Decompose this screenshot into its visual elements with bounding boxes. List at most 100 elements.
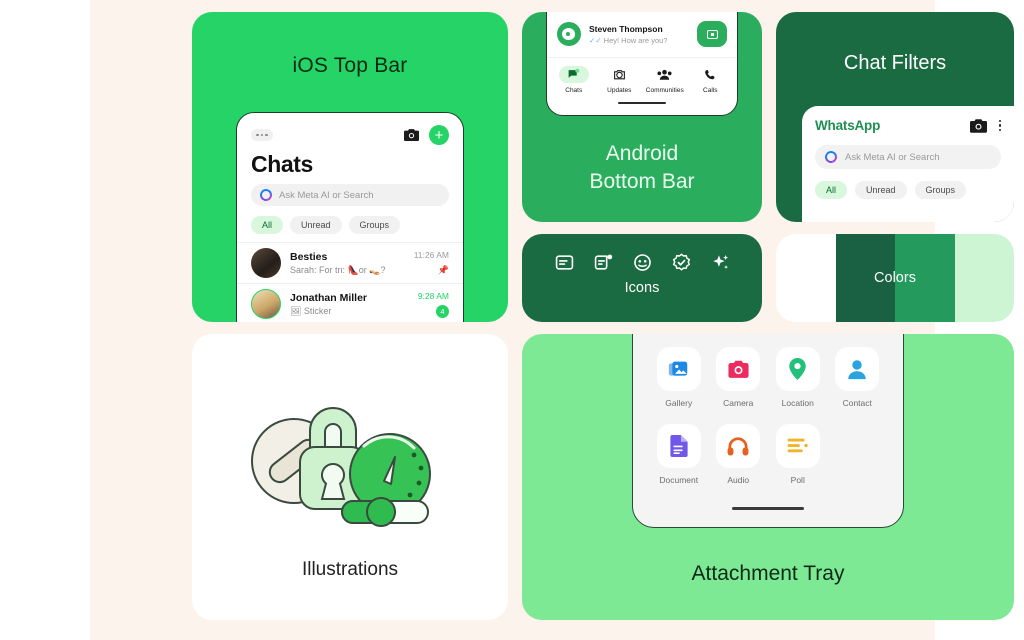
table-row[interactable]: Jonathan Miller 🖼 Sticker 9:28 AM 4: [237, 283, 463, 322]
attachment-tray-card: Gallery Camera Location Contact Document…: [522, 334, 1014, 620]
location-icon: [775, 347, 820, 391]
contact-text: Steven Thompson ✓✓ Hey! How are you?: [589, 24, 689, 45]
chat-row-content: Besties Sarah: For tn: 👠or 👡?: [290, 251, 405, 276]
attachment-card-caption: Attachment Tray: [691, 562, 845, 585]
filter-pill-unread[interactable]: Unread: [855, 181, 907, 199]
attachment-option-audio[interactable]: Audio: [709, 424, 769, 485]
caption-line-1: Android: [605, 142, 679, 165]
icons-card-caption: Icons: [624, 280, 660, 296]
attachment-option-gallery[interactable]: Gallery: [649, 347, 709, 408]
new-chat-button[interactable]: [697, 21, 727, 47]
camera-icon[interactable]: [404, 129, 419, 141]
search-input[interactable]: Ask Meta AI or Search: [251, 184, 449, 206]
header-actions: [969, 118, 1001, 133]
nav-label: Communities: [645, 87, 684, 94]
android-bottom-bar-card: Steven Thompson ✓✓ Hey! How are you? Cha…: [522, 12, 762, 222]
chat-unread-icon: [594, 254, 612, 270]
avatar: [557, 22, 581, 46]
contact-message: ✓✓ Hey! How are you?: [589, 36, 689, 45]
home-indicator: [618, 102, 666, 104]
icon-set: [522, 234, 762, 272]
attachment-option-camera[interactable]: Camera: [709, 347, 769, 408]
message-preview: Hey! How are you?: [603, 35, 668, 45]
search-input[interactable]: Ask Meta AI or Search: [815, 145, 1001, 169]
attachment-option-poll[interactable]: Poll: [768, 424, 828, 485]
page-title: Chats: [251, 151, 313, 177]
audio-icon: [716, 424, 761, 468]
chat-filters-card: Chat Filters WhatsApp Ask Meta AI or Sea…: [776, 12, 1014, 222]
chat-preview: Sarah: For tn: 👠or 👡?: [290, 264, 386, 275]
attachment-label: Poll: [790, 475, 805, 485]
chat-timestamp: 11:26 AM: [413, 250, 449, 260]
attachment-grid: Gallery Camera Location Contact Document…: [649, 347, 887, 501]
nav-label: Chats: [565, 87, 583, 94]
chat-meta: 11:26 AM 📌: [414, 250, 449, 276]
attachment-option-location[interactable]: Location: [768, 347, 828, 408]
filter-pill-all[interactable]: All: [251, 216, 284, 234]
whatsapp-panel-mockup: WhatsApp Ask Meta AI or Search All Unrea…: [802, 106, 1014, 222]
chat-bubble-icon: [555, 255, 573, 270]
attachment-option-document[interactable]: Document: [649, 424, 709, 485]
nav-item-chats[interactable]: Chats: [551, 66, 597, 94]
gallery-icon: [656, 347, 701, 391]
illustration-graphic: [251, 407, 431, 527]
more-options-icon[interactable]: [251, 129, 273, 141]
attachment-label: Gallery: [665, 398, 693, 408]
filter-pill-unread[interactable]: Unread: [290, 216, 342, 234]
chats-icon: [558, 66, 589, 83]
channel-face-icon: [633, 254, 651, 271]
filter-pill-all[interactable]: All: [815, 181, 848, 199]
ios-top-bar-card: iOS Top Bar + Chats Ask Meta AI or Searc…: [192, 12, 508, 322]
illustrations-card-caption: Illustrations: [301, 559, 399, 580]
status-badge: 4: [436, 304, 449, 318]
color-swatch-light-green: [954, 234, 1014, 322]
filter-pill-groups[interactable]: Groups: [914, 181, 967, 199]
avatar: [251, 248, 281, 278]
camera-icon[interactable]: [969, 118, 987, 133]
ios-chat-filters: All Unread Groups: [237, 206, 463, 242]
icons-card: Icons: [522, 234, 762, 322]
chat-name: Jonathan Miller: [290, 291, 368, 304]
search-placeholder: Ask Meta AI or Search: [845, 151, 940, 163]
calls-icon: [695, 66, 725, 83]
illustrations-card: Illustrations: [192, 334, 508, 620]
verified-check-icon: [672, 253, 690, 271]
read-receipt-icon: ✓✓: [589, 35, 602, 45]
nav-label: Calls: [703, 87, 718, 94]
slider-illustration: [341, 497, 429, 527]
home-indicator: [732, 507, 804, 510]
meta-ai-sparkle-icon: [712, 255, 728, 269]
attachment-label: Document: [659, 475, 699, 485]
contact-name: Steven Thompson: [589, 23, 663, 34]
chat-filter-pills: All Unread Groups: [815, 181, 1001, 199]
chat-meta: 9:28 AM 4: [418, 291, 449, 318]
search-placeholder: Ask Meta AI or Search: [279, 189, 374, 201]
whatsapp-header: WhatsApp: [815, 118, 1001, 133]
app-logo-text: WhatsApp: [815, 118, 881, 133]
camera-icon: [716, 347, 761, 391]
list-item[interactable]: Steven Thompson ✓✓ Hey! How are you?: [547, 12, 737, 57]
overflow-menu-icon[interactable]: [998, 119, 1001, 132]
colors-card: Colors: [776, 234, 1014, 322]
poll-icon: [775, 424, 820, 468]
attachment-label: Contact: [842, 398, 872, 408]
color-swatch-dark-green: [835, 234, 895, 322]
meta-ai-icon: [822, 148, 840, 166]
android-card-caption: Android Bottom Bar: [522, 140, 762, 197]
android-phone-mockup: Steven Thompson ✓✓ Hey! How are you? Cha…: [546, 12, 738, 116]
attachment-label: Audio: [727, 475, 750, 485]
communities-icon: [650, 66, 680, 83]
attachment-option-contact[interactable]: Contact: [828, 347, 888, 408]
nav-item-calls[interactable]: Calls: [688, 66, 734, 94]
filter-pill-groups[interactable]: Groups: [348, 216, 401, 234]
page-background: iOS Top Bar + Chats Ask Meta AI or Searc…: [90, 0, 1014, 640]
meta-ai-icon: [257, 186, 275, 204]
table-row[interactable]: Besties Sarah: For tn: 👠or 👡? 11:26 AM 📌: [237, 242, 463, 283]
ios-header-actions: +: [404, 125, 449, 145]
chat-timestamp: 9:28 AM: [417, 290, 449, 301]
android-bottom-nav: Chats Updates Communities Calls: [547, 57, 737, 98]
new-chat-button[interactable]: +: [429, 125, 449, 145]
nav-item-communities[interactable]: Communities: [642, 66, 688, 94]
attachment-label: Location: [781, 398, 814, 408]
nav-item-updates[interactable]: Updates: [597, 66, 643, 94]
